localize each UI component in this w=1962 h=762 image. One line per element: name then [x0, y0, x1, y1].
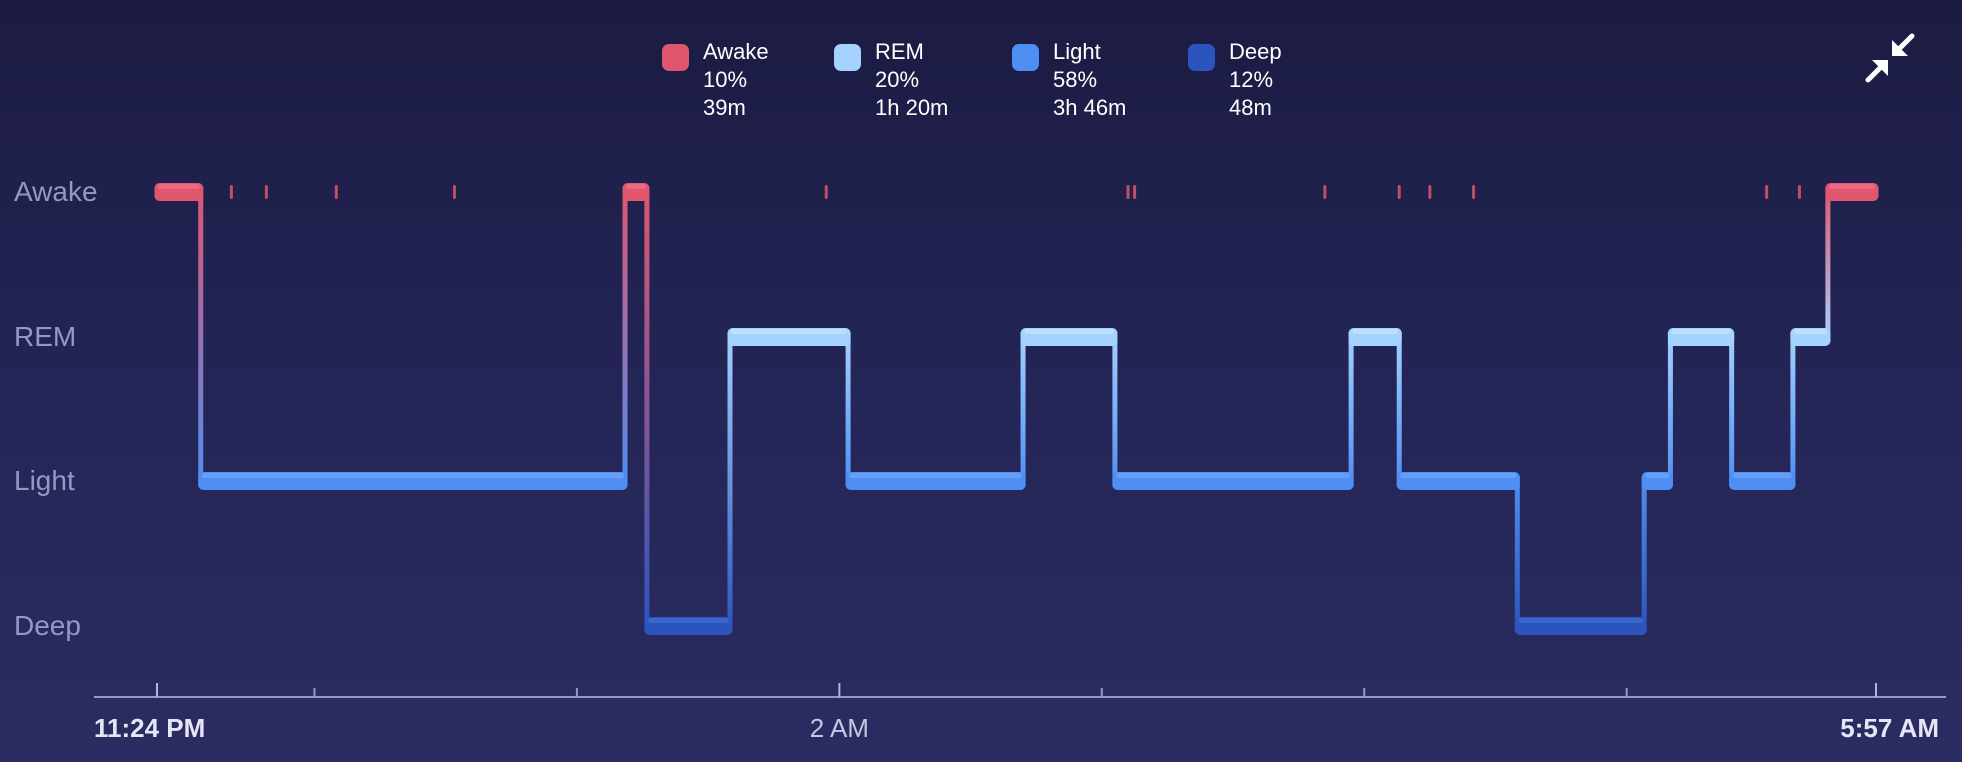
legend-swatch	[1012, 44, 1039, 71]
stage-transition	[1641, 476, 1647, 631]
legend-duration: 48m	[1229, 95, 1272, 120]
x-tick-label: 5:57 AM	[1840, 713, 1939, 743]
legend-item-deep: Deep 12% 48m	[1188, 38, 1360, 122]
stage-bar-highlight	[1671, 329, 1731, 334]
stage-bar-highlight	[1024, 329, 1114, 334]
x-tick-label: 2 AM	[810, 713, 869, 743]
stage-bar-highlight	[158, 184, 200, 189]
legend-percent: 58%	[1053, 67, 1098, 92]
brief-awakening-mark	[264, 185, 268, 199]
stage-segment-light	[1396, 472, 1520, 490]
legend-name: Deep	[1229, 39, 1282, 64]
legend-swatch	[662, 44, 689, 71]
y-label-rem: REM	[14, 321, 76, 352]
stage-segment-awake	[154, 183, 204, 201]
stage-segment-rem	[1667, 328, 1735, 346]
stage-bar-highlight	[1400, 473, 1517, 478]
brief-awakening-mark	[452, 185, 456, 199]
legend-duration: 1h 20m	[875, 95, 949, 120]
stage-transition	[1020, 332, 1026, 486]
stage-transition	[1348, 332, 1354, 486]
brief-awakening-mark	[1397, 185, 1401, 199]
legend-percent: 12%	[1229, 67, 1274, 92]
stage-segment-awake	[1825, 183, 1879, 201]
stage-bar-highlight	[1115, 473, 1351, 478]
stage-bar-highlight	[626, 184, 646, 189]
stage-transition	[198, 187, 204, 486]
stage-segment-light	[198, 472, 628, 490]
stage-transition	[727, 332, 733, 631]
x-tick-label: 11:24 PM	[94, 713, 205, 743]
stage-segment-rem	[727, 328, 851, 346]
legend-name: Awake	[703, 39, 769, 64]
stage-segment-rem	[1020, 328, 1118, 346]
stage-segment-rem	[1348, 328, 1402, 346]
legend-percent: 20%	[875, 67, 920, 92]
legend-duration: 39m	[703, 95, 746, 120]
brief-awakening-mark	[1797, 185, 1801, 199]
legend-name: REM	[875, 39, 924, 64]
stage-transition	[1112, 332, 1118, 486]
stage-bar-highlight	[201, 473, 625, 478]
y-label-light: Light	[14, 465, 75, 496]
stage-segment-light	[1729, 472, 1796, 490]
brief-awakening-mark	[1428, 185, 1432, 199]
brief-awakening-mark	[1126, 185, 1130, 199]
stage-segment-light	[1641, 472, 1673, 490]
stage-segment-light	[1112, 472, 1354, 490]
brief-awakening-mark	[1323, 185, 1327, 199]
stage-transition	[1396, 332, 1402, 486]
legend-item-rem: REM 20% 1h 20m	[834, 38, 1012, 122]
brief-awakening-mark	[334, 185, 338, 199]
stage-bar-highlight	[1828, 184, 1875, 189]
stage-bar-highlight	[1793, 329, 1827, 334]
legend-swatch	[1188, 44, 1215, 71]
y-label-awake: Awake	[14, 176, 98, 207]
stage-transition	[622, 187, 628, 486]
legend-percent: 10%	[703, 67, 748, 92]
stage-transition	[644, 187, 650, 631]
collapse-button[interactable]	[1862, 30, 1918, 86]
stage-transition	[1825, 187, 1831, 342]
stage-transition	[1729, 332, 1735, 486]
stage-segment-deep	[644, 617, 733, 635]
stage-bar-highlight	[647, 618, 729, 623]
legend-item-awake: Awake 10% 39m	[662, 38, 834, 122]
stage-transition	[1790, 332, 1796, 486]
y-label-deep: Deep	[14, 610, 81, 641]
stage-segment-light	[845, 472, 1026, 490]
legend-name: Light	[1053, 39, 1101, 64]
stage-segment-deep	[1514, 617, 1647, 635]
stage-bar-highlight	[849, 473, 1023, 478]
stage-transition	[1514, 476, 1520, 631]
brief-awakening-mark	[1472, 185, 1476, 199]
stage-transition	[845, 332, 851, 486]
legend-swatch	[834, 44, 861, 71]
brief-awakening-mark	[1765, 185, 1769, 199]
stage-bar-highlight	[1352, 329, 1399, 334]
stage-bar-highlight	[731, 329, 848, 334]
brief-awakening-mark	[1133, 185, 1137, 199]
stage-bar-highlight	[1645, 473, 1670, 478]
brief-awakening-mark	[824, 185, 828, 199]
stage-bar-highlight	[1518, 618, 1644, 623]
legend-duration: 3h 46m	[1053, 95, 1127, 120]
brief-awakening-mark	[229, 185, 233, 199]
stage-bar-highlight	[1732, 473, 1792, 478]
collapse-arrows-icon	[1865, 33, 1915, 83]
stage-transition	[1667, 332, 1673, 486]
legend-item-light: Light 58% 3h 46m	[1012, 38, 1188, 122]
stage-segment-awake	[622, 183, 650, 201]
stage-segment-rem	[1790, 328, 1831, 346]
legend: Awake 10% 39m REM 20% 1h 20m Light 58% 3h 46m Dee…	[662, 38, 1360, 122]
